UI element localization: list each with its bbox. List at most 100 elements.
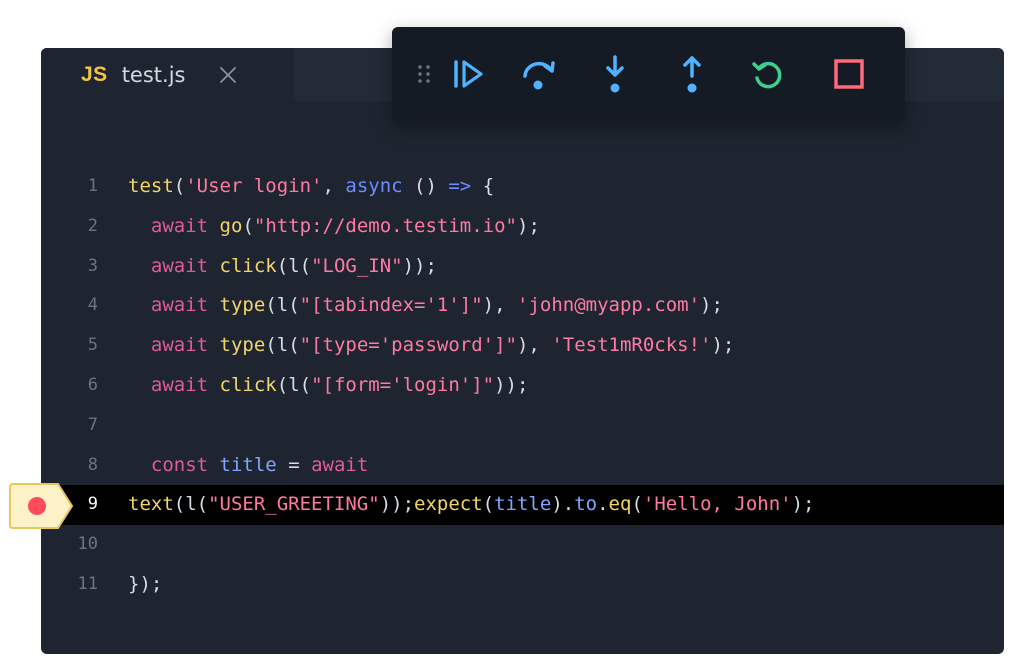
code-token: await (311, 453, 369, 476)
code-token: 'john@myapp.com' (517, 294, 701, 317)
line-number[interactable]: 3 (41, 247, 98, 287)
line-code: await click(l("LOG_IN")); (128, 247, 437, 287)
line-code: }); (128, 565, 162, 605)
code-token: await (150, 294, 209, 317)
code-line[interactable]: 7 (41, 406, 1004, 446)
line-code: await type(l("[tabindex='1']"), 'john@my… (128, 286, 723, 326)
code-token: to (574, 493, 598, 516)
code-token: 'Hello, John' (642, 493, 792, 516)
line-number[interactable]: 5 (41, 326, 98, 366)
step-over-icon[interactable] (519, 54, 559, 94)
code-token: = (276, 453, 312, 476)
code-line[interactable]: 3 await click(l("LOG_IN")); (41, 247, 1004, 287)
line-number[interactable]: 7 (41, 406, 98, 446)
code-token: await (150, 254, 209, 277)
code-area[interactable]: 1 test('User login', async () => {2 await… (41, 167, 1004, 605)
code-token: await (150, 334, 209, 357)
code-line[interactable]: 4 await type(l("[tabindex='1']"), 'john@… (41, 286, 1004, 326)
code-token: (l( (276, 373, 312, 396)
tab-filename: test.js (121, 62, 186, 87)
code-line[interactable]: 9 text(l("USER_GREETING"));expect(title).… (41, 485, 1004, 526)
code-line[interactable]: 11}); (41, 565, 1004, 605)
code-editor: JS test.js 1 test('User login', async () … (41, 48, 1004, 654)
line-number[interactable]: 1 (41, 167, 98, 207)
code-token: )); (402, 254, 437, 277)
code-line[interactable]: 5 await type(l("[type='password']"), 'Te… (41, 326, 1004, 366)
code-token: , (322, 175, 346, 197)
code-token: await (150, 373, 209, 396)
code-token: eq (608, 493, 632, 516)
code-line[interactable]: 2 await go("http://demo.testim.io"); (41, 207, 1004, 247)
step-into-icon[interactable] (595, 54, 635, 94)
code-token: )); (494, 373, 529, 396)
step-out-icon[interactable] (672, 54, 712, 94)
code-token: 'Test1mR0cks!' (551, 334, 712, 357)
code-token: text (128, 493, 174, 516)
code-token: click (219, 254, 277, 277)
code-token: => (448, 175, 472, 197)
code-token: type (219, 294, 266, 317)
line-code: await go("http://demo.testim.io"); (128, 207, 540, 247)
code-token: ). (551, 493, 575, 516)
line-number[interactable]: 6 (41, 366, 98, 406)
line-number[interactable]: 11 (41, 565, 98, 605)
breakpoint-marker[interactable] (8, 482, 76, 530)
code-token: go (219, 214, 243, 237)
debug-toolbar (392, 27, 905, 122)
code-line[interactable]: 10 (41, 525, 1004, 565)
code-token: (l( (265, 334, 300, 357)
code-token: "[tabindex='1']" (299, 294, 483, 317)
code-token: ); (711, 334, 735, 357)
breakpoint-dot-icon (28, 497, 46, 515)
stop-icon[interactable] (829, 54, 869, 94)
code-token: }); (128, 572, 163, 595)
code-token: (l( (276, 254, 312, 277)
code-token: () (402, 175, 449, 197)
code-token: ); (700, 294, 723, 317)
code-token: click (219, 373, 277, 396)
resume-icon[interactable] (448, 54, 488, 94)
code-token: ( (242, 214, 254, 237)
code-token: "http://demo.testim.io" (253, 214, 517, 237)
restart-icon[interactable] (748, 54, 788, 94)
line-number[interactable]: 10 (41, 525, 98, 565)
code-token: test (128, 175, 174, 197)
js-file-icon: JS (81, 62, 108, 86)
code-line[interactable]: 6 await click(l("[form='login']")); (41, 366, 1004, 406)
code-token: expect (414, 493, 483, 516)
code-token: 'User login' (185, 175, 323, 197)
line-code: text(l("USER_GREETING"));expect(title).t… (128, 485, 815, 525)
code-token: "LOG_IN" (311, 254, 403, 277)
drag-handle-icon[interactable] (404, 54, 444, 94)
line-number[interactable]: 2 (41, 207, 98, 247)
close-icon[interactable] (219, 66, 237, 84)
code-token: ( (631, 493, 643, 516)
code-token: (l( (265, 294, 300, 317)
code-token: ); (517, 214, 540, 237)
code-token: )); (379, 493, 415, 516)
code-token: ( (173, 175, 186, 197)
code-line[interactable]: 8 const title = await (41, 446, 1004, 486)
line-number[interactable]: 4 (41, 286, 98, 326)
code-token: const (150, 453, 209, 476)
code-token: "USER_GREETING" (208, 493, 380, 516)
code-line[interactable]: 1 test('User login', async () => { (41, 167, 1004, 207)
code-token: { (471, 175, 495, 197)
code-token: type (219, 334, 266, 357)
code-token: "[form='login']" (311, 373, 495, 396)
line-number[interactable]: 8 (41, 446, 98, 486)
line-code: test('User login', async () => { (128, 167, 494, 207)
tab-test-js[interactable]: JS test.js (41, 48, 294, 101)
line-code: await click(l("[form='login']")); (128, 366, 529, 406)
